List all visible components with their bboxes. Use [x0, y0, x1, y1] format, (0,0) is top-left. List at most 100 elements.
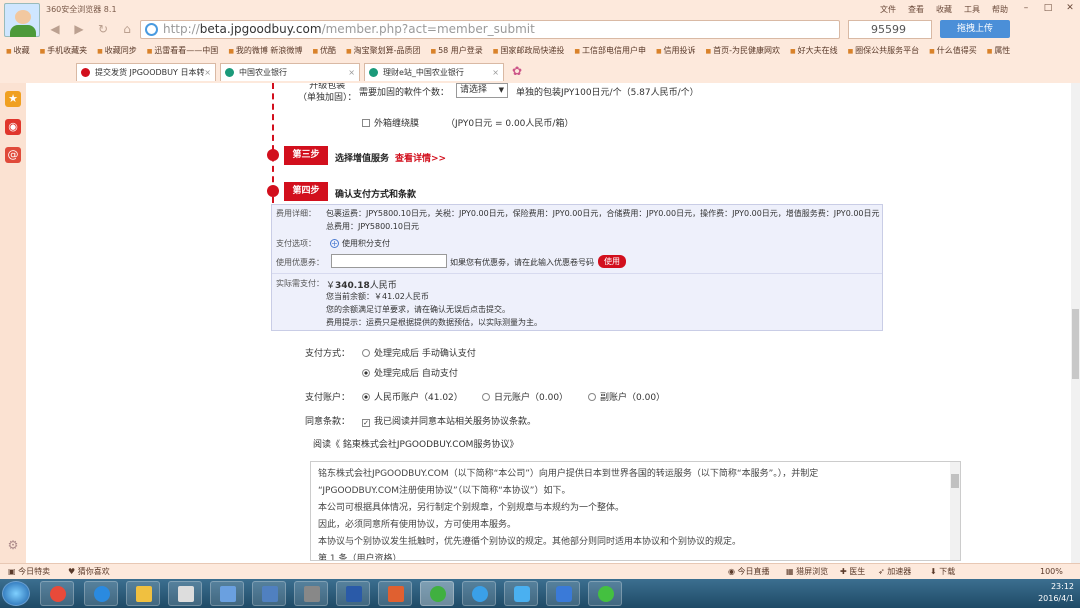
- favorite-item[interactable]: 优酷: [312, 42, 336, 59]
- pay-option-value: 使用积分支付: [342, 239, 390, 248]
- scrollbar-thumb[interactable]: [951, 474, 959, 488]
- step3-details-link[interactable]: 查看详情>>: [395, 154, 446, 164]
- pay-method-manual-radio[interactable]: [362, 349, 370, 357]
- coupon-input[interactable]: [331, 254, 447, 268]
- pay-method-auto[interactable]: 处理完成后 自动支付: [362, 366, 458, 379]
- url-host: beta.jpgoodbuy.com: [199, 22, 322, 36]
- favorite-item[interactable]: 国家邮政局快递投: [493, 42, 564, 59]
- taskbar-app[interactable]: [462, 581, 496, 606]
- taskbar-app[interactable]: [40, 581, 74, 606]
- favorite-item[interactable]: 收藏同步: [97, 42, 137, 59]
- account-sub[interactable]: 副账户（0.00）: [588, 390, 665, 403]
- tab-jpgoodbuy[interactable]: 提交发货 JPGOODBUY 日本转 ×: [76, 63, 216, 81]
- system-clock[interactable]: 23:12 2016/4/1: [1038, 581, 1074, 605]
- page-scrollbar[interactable]: [1071, 83, 1080, 563]
- tab-abc-finance[interactable]: 理财e站_中国农业银行 ×: [364, 63, 504, 81]
- taskbar-app[interactable]: [336, 581, 370, 606]
- tab-label: 中国农业银行: [239, 68, 287, 77]
- pay-option-points[interactable]: + 使用积分支付: [330, 238, 390, 249]
- taskbar-app[interactable]: [546, 581, 580, 606]
- account-jpy[interactable]: 日元账户（0.00）: [482, 390, 568, 403]
- use-coupon-button[interactable]: 使用: [598, 255, 626, 268]
- package-qty-select[interactable]: 请选择 ▼: [456, 83, 508, 98]
- favorite-item[interactable]: 收藏: [6, 42, 30, 59]
- doctor-link[interactable]: ✚ 医生: [840, 564, 865, 579]
- refresh-icon[interactable]: ↻: [94, 20, 112, 38]
- menu-file[interactable]: 文件: [880, 4, 896, 15]
- favorite-item[interactable]: 工信部电信用户申: [574, 42, 646, 59]
- favorite-item[interactable]: 属性: [987, 42, 1010, 59]
- mail-icon[interactable]: @: [5, 147, 21, 163]
- favorite-item[interactable]: 好大夫在线: [790, 42, 838, 59]
- user-avatar[interactable]: [4, 3, 40, 37]
- taskbar-app[interactable]: [210, 581, 244, 606]
- agreement-scrollbar[interactable]: [950, 462, 960, 560]
- pay-method-auto-radio[interactable]: [362, 369, 370, 377]
- star-icon[interactable]: ★: [5, 91, 21, 107]
- taskbar-app[interactable]: [252, 581, 286, 606]
- menu-help[interactable]: 帮助: [992, 4, 1008, 15]
- taskbar-app[interactable]: [294, 581, 328, 606]
- pay-method-manual[interactable]: 处理完成后 手动确认支付: [362, 346, 476, 359]
- account-jpy-radio[interactable]: [482, 393, 490, 401]
- page-scroll-thumb[interactable]: [1072, 309, 1079, 379]
- today-sale-label: 今日特卖: [18, 567, 51, 576]
- taskbar-app[interactable]: [126, 581, 160, 606]
- account-sub-radio[interactable]: [588, 393, 596, 401]
- live-link[interactable]: ◉ 今日直播: [728, 564, 770, 579]
- taskbar-app[interactable]: [588, 581, 622, 606]
- download-link[interactable]: ⬇ 下载: [930, 564, 955, 579]
- menu-favorites[interactable]: 收藏: [936, 4, 952, 15]
- screen-browse-link[interactable]: ▦ 猎屏浏览: [786, 564, 828, 579]
- tab-abc-bank[interactable]: 中国农业银行 ×: [220, 63, 360, 81]
- account-rmb-radio[interactable]: [362, 393, 370, 401]
- upload-button[interactable]: 拖拽上传: [940, 20, 1010, 38]
- favorite-item[interactable]: 什么值得买: [929, 42, 977, 59]
- new-tab-icon[interactable]: ✿: [512, 64, 522, 78]
- address-bar[interactable]: http://beta.jpgoodbuy.com/member.php?act…: [140, 20, 840, 39]
- guess-link[interactable]: ♥ 猜你喜欢: [68, 564, 110, 579]
- favorite-item[interactable]: 信用投诉: [656, 42, 696, 59]
- close-tab-icon[interactable]: ×: [492, 64, 499, 81]
- search-input[interactable]: 95599: [848, 20, 932, 39]
- minimize-icon[interactable]: –: [1016, 2, 1036, 15]
- web-page: 升级包装 （单独加固）： 需要加固的軟件个数： 请选择 ▼ 单独的包装JPY100…: [26, 83, 1071, 563]
- forward-icon[interactable]: ▶: [70, 20, 88, 38]
- zoom-level[interactable]: 100%: [1040, 564, 1063, 579]
- outer-wrap-checkbox[interactable]: [362, 119, 370, 127]
- close-icon[interactable]: ✕: [1060, 2, 1080, 15]
- account-rmb[interactable]: 人民币账户（41.02）: [362, 390, 463, 403]
- taskbar-app[interactable]: [504, 581, 538, 606]
- favorite-item[interactable]: 圈保公共服务平台: [848, 42, 919, 59]
- outer-wrap-option[interactable]: 外箱缠绕膜: [362, 116, 419, 129]
- favorite-item[interactable]: 我的微博 新浪微博: [228, 42, 303, 59]
- agree-checkbox[interactable]: ✓: [362, 419, 370, 427]
- weibo-icon[interactable]: ◉: [5, 119, 21, 135]
- taskbar-app-active[interactable]: [420, 581, 454, 606]
- close-tab-icon[interactable]: ×: [204, 64, 211, 81]
- back-icon[interactable]: ◀: [46, 20, 64, 38]
- agreement-link[interactable]: 阅读《 銘東株式会社JPGOODBUY.COM服务协议》: [313, 437, 518, 450]
- menu-view[interactable]: 查看: [908, 4, 924, 15]
- maximize-icon[interactable]: □: [1038, 2, 1058, 15]
- taskbar-app[interactable]: [84, 581, 118, 606]
- favorite-item[interactable]: 首页-为民健康网欢: [706, 42, 780, 59]
- agreement-line: 第 1 条（用户资格）: [318, 554, 402, 561]
- taskbar: 23:12 2016/4/1: [0, 579, 1080, 608]
- taskbar-app[interactable]: [378, 581, 412, 606]
- start-button[interactable]: [2, 581, 30, 606]
- settings-icon[interactable]: ⚙: [5, 537, 21, 553]
- taskbar-app[interactable]: [168, 581, 202, 606]
- close-tab-icon[interactable]: ×: [348, 64, 355, 81]
- favorite-item[interactable]: 迅雷看看——中国: [147, 42, 218, 59]
- favorite-item[interactable]: 淘宝聚划算-品质团: [346, 42, 421, 59]
- menu-tools[interactable]: 工具: [964, 4, 980, 15]
- accelerator-link[interactable]: ➶ 加速器: [878, 564, 911, 579]
- home-icon[interactable]: ⌂: [118, 20, 136, 38]
- favorite-item[interactable]: 手机收藏夹: [40, 42, 87, 59]
- today-sale-link[interactable]: ▣ 今日特卖: [8, 564, 50, 579]
- favorite-item[interactable]: 58 用户登录: [430, 42, 483, 59]
- agreement-textarea[interactable]: 铭东株式会社JPGOODBUY.COM（以下简称“本公司”）向用户提供日本到世界…: [310, 461, 961, 561]
- live-label: 今日直播: [737, 567, 770, 576]
- agree-option[interactable]: ✓ 我已阅读并同意本站相关服务协议条款。: [362, 414, 536, 427]
